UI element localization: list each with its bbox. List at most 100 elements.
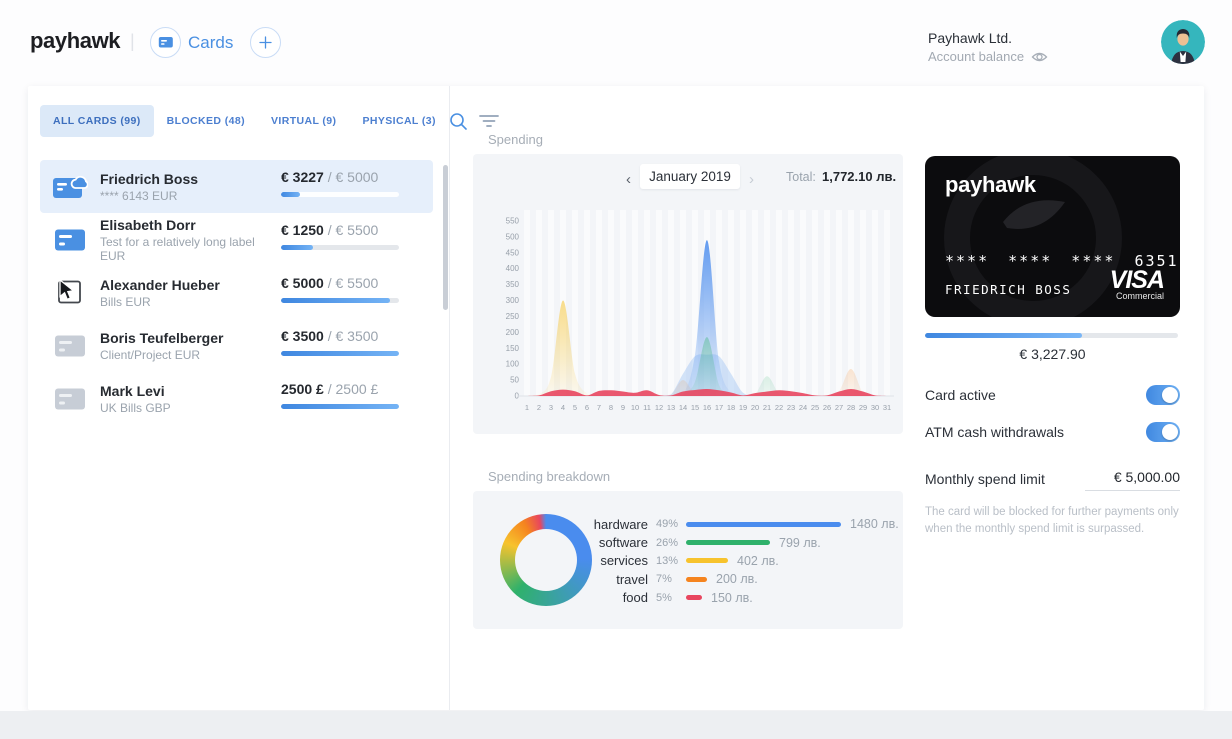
spend-amounts: € 5000 / € 5500 <box>281 275 379 291</box>
breakdown-panel: hardware 49% 1480 лв. software 26% 799 л… <box>473 491 903 629</box>
svg-text:15: 15 <box>691 403 699 412</box>
svg-text:400: 400 <box>506 264 520 273</box>
add-card-button[interactable] <box>250 27 281 58</box>
list-item[interactable]: Mark Levi UK Bills GBP 2500 £ / 2500 £ <box>40 372 433 425</box>
list-scrollbar[interactable] <box>443 165 448 310</box>
svg-text:150: 150 <box>506 344 520 353</box>
tab-all-cards[interactable]: ALL CARDS (99) <box>40 105 154 137</box>
main-panel: ALL CARDS (99) BLOCKED (48) VIRTUAL (9) PHY… <box>28 86 1204 710</box>
cards-nav-button[interactable] <box>150 27 181 58</box>
page-footer-strip <box>0 711 1232 739</box>
category-label: hardware <box>593 516 648 532</box>
svg-text:350: 350 <box>506 280 520 289</box>
svg-text:7: 7 <box>597 403 601 412</box>
spend-amounts: 2500 £ / 2500 £ <box>281 381 379 397</box>
category-percent: 26% <box>656 536 679 549</box>
eye-icon[interactable] <box>1031 51 1048 63</box>
svg-text:250: 250 <box>506 312 520 321</box>
total-value: 1,772.10 лв. <box>822 169 897 184</box>
payhawk-app: payhawk | Cards Payhawk Ltd. Account bal… <box>0 0 1232 739</box>
panel-divider <box>449 86 450 710</box>
svg-text:25: 25 <box>811 403 819 412</box>
spend-limit-input[interactable]: € 5,000.00 <box>1085 469 1180 491</box>
card-filter-tabs: ALL CARDS (99) BLOCKED (48) VIRTUAL (9) PHY… <box>40 105 499 137</box>
spend-limit-row: Monthly spend limit € 5,000.00 <box>925 469 1180 491</box>
card-label: UK Bills GBP <box>100 400 171 415</box>
svg-text:16: 16 <box>703 403 711 412</box>
svg-text:1: 1 <box>525 403 529 412</box>
atm-withdrawals-toggle[interactable] <box>1146 422 1180 442</box>
tab-blocked[interactable]: BLOCKED (48) <box>154 105 258 137</box>
svg-text:28: 28 <box>847 403 855 412</box>
person-icon <box>1161 20 1205 64</box>
company-name: Payhawk Ltd. <box>928 30 1013 46</box>
list-item[interactable]: Elisabeth Dorr Test for a relatively lon… <box>40 213 433 266</box>
total-label: Total: <box>786 170 816 184</box>
legend-row: food 5% 150 лв. <box>568 589 899 607</box>
list-item[interactable]: Alexander Hueber Bills EUR € 5000 / € 55… <box>40 266 433 319</box>
month-selector[interactable]: January 2019 <box>640 164 740 189</box>
balance-progressbar <box>925 333 1178 338</box>
legend-row: software 26% 799 лв. <box>568 533 899 551</box>
card-label: Test for a relatively long label EUR <box>100 234 255 263</box>
svg-text:50: 50 <box>510 376 519 385</box>
category-bar <box>686 540 770 546</box>
category-percent: 7% <box>656 573 672 586</box>
outline-card-icon <box>52 280 88 306</box>
tab-virtual[interactable]: VIRTUAL (9) <box>258 105 349 137</box>
account-balance-label: Account balance <box>928 49 1025 64</box>
svg-text:23: 23 <box>787 403 795 412</box>
category-percent: 5% <box>656 591 672 604</box>
svg-text:300: 300 <box>506 296 520 305</box>
filter-icon[interactable] <box>479 113 499 129</box>
svg-text:24: 24 <box>799 403 807 412</box>
header-divider: | <box>130 31 135 51</box>
category-percent: 13% <box>656 554 679 567</box>
category-label: travel <box>616 571 648 587</box>
svg-text:18: 18 <box>727 403 735 412</box>
spend-progressbar <box>281 245 399 250</box>
spend-limit-label: Monthly spend limit <box>925 471 1045 487</box>
gray-card-icon <box>52 333 88 359</box>
search-icon[interactable] <box>449 112 468 131</box>
virtual-cloud-card-icon <box>52 174 89 200</box>
legend-row: services 13% 402 лв. <box>568 552 899 570</box>
blue-card-icon <box>52 227 88 253</box>
spend-amounts: € 3227 / € 5000 <box>281 169 379 185</box>
card-label: Client/Project EUR <box>100 347 201 362</box>
toggle-label: Card active <box>925 387 996 403</box>
cards-nav-label[interactable]: Cards <box>188 33 233 53</box>
spend-progressbar <box>281 192 399 197</box>
legend-row: travel 7% 200 лв. <box>568 570 899 588</box>
card-holder-name: Alexander Hueber <box>100 276 220 293</box>
svg-text:10: 10 <box>631 403 639 412</box>
svg-text:6: 6 <box>585 403 589 412</box>
tab-physical[interactable]: PHYSICAL (3) <box>349 105 448 137</box>
user-avatar[interactable] <box>1161 20 1205 64</box>
card-icon <box>158 37 173 48</box>
card-holder-name: Elisabeth Dorr <box>100 216 196 233</box>
category-bar <box>686 576 707 582</box>
spend-limit-note: The card will be blocked for further pay… <box>925 506 1179 535</box>
svg-text:2: 2 <box>537 403 541 412</box>
svg-text:30: 30 <box>871 403 879 412</box>
prev-month-button[interactable]: ‹ <box>626 168 631 192</box>
svg-text:13: 13 <box>667 403 675 412</box>
list-item[interactable]: Friedrich Boss **** 6143 EUR € 3227 / € … <box>40 160 433 213</box>
card-active-toggle[interactable] <box>1146 385 1180 405</box>
account-balance-row[interactable]: Account balance <box>928 49 1048 64</box>
legend-row: hardware 49% 1480 лв. <box>568 515 899 533</box>
svg-text:550: 550 <box>506 217 520 226</box>
category-label: services <box>600 553 648 569</box>
svg-text:22: 22 <box>775 403 783 412</box>
svg-text:21: 21 <box>763 403 771 412</box>
toggle-label: ATM cash withdrawals <box>925 424 1065 440</box>
visa-logo: VISA Commercial <box>1109 266 1165 302</box>
spend-progressbar <box>281 298 399 303</box>
card-label: **** 6143 EUR <box>100 188 178 203</box>
svg-text:26: 26 <box>823 403 831 412</box>
next-month-button[interactable]: › <box>749 168 754 192</box>
svg-text:500: 500 <box>506 232 520 241</box>
svg-text:20: 20 <box>751 403 759 412</box>
list-item[interactable]: Boris Teufelberger Client/Project EUR € … <box>40 319 433 372</box>
